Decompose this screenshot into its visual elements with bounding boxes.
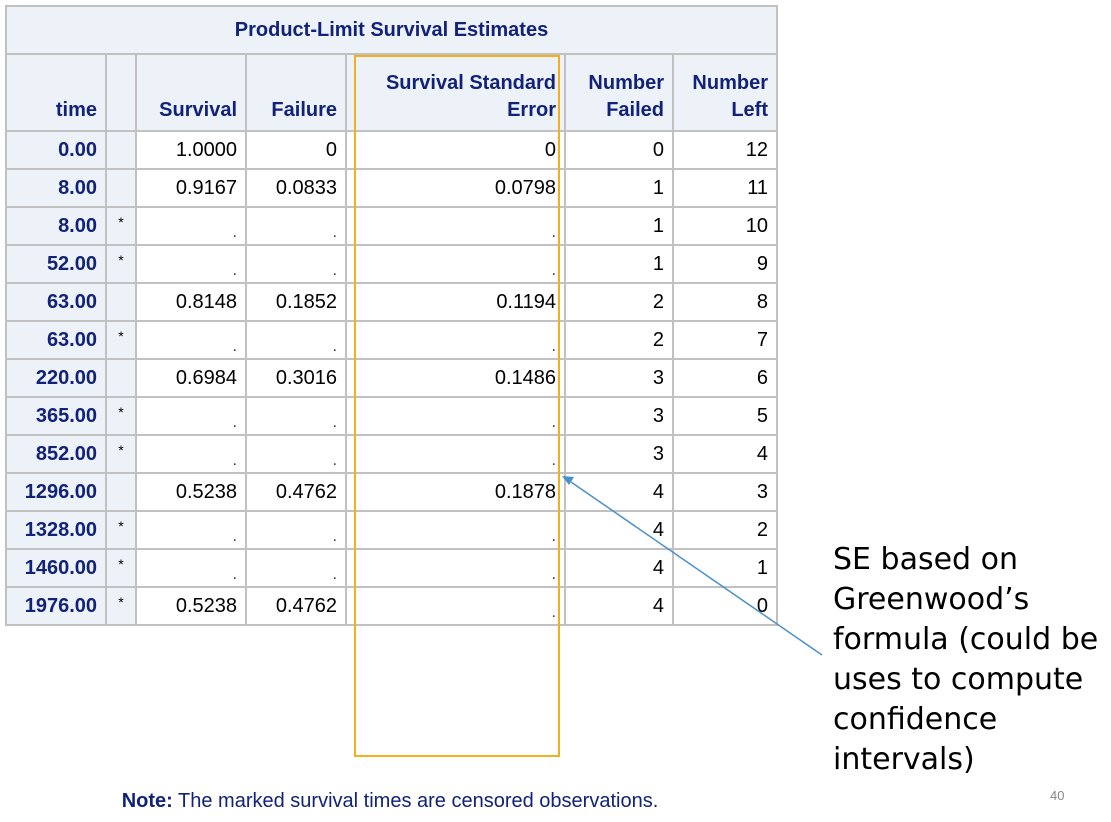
callout-line-4: uses to compute [833,662,1084,697]
note-text: The marked survival times are censored o… [172,790,659,812]
callout-line-5: confidence [833,702,998,737]
callout-arrow-line [570,481,823,656]
callout-text: SE based on Greenwood’s formula (could b… [833,540,1111,780]
table-note: Note: The marked survival times are cens… [0,790,780,813]
note-label: Note: [121,790,173,812]
callout-line-6: intervals) [833,742,975,777]
slide-number: 40 [1050,788,1065,803]
slide: Product-Limit Survival Estimates time Su… [0,0,1111,822]
callout-line-3: formula (could be [833,622,1099,657]
callout-line-2: Greenwood’s [833,582,1030,617]
callout-line-1: SE based on [833,542,1018,577]
